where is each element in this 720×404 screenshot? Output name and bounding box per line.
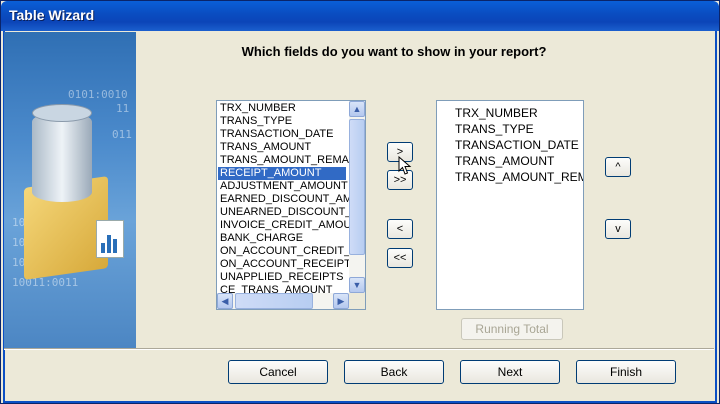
finish-button[interactable]: Finish bbox=[576, 360, 676, 384]
list-item[interactable]: TRANS_AMOUNT bbox=[218, 141, 352, 154]
list-item[interactable]: TRANSACTION_DATE bbox=[455, 137, 583, 153]
list-item[interactable]: ON_ACCOUNT_CREDIT_ bbox=[218, 245, 352, 258]
scroll-thumb[interactable] bbox=[349, 119, 365, 255]
list-item[interactable]: TRANS_AMOUNT bbox=[455, 153, 583, 169]
list-item[interactable]: ON_ACCOUNT_RECEIPT bbox=[218, 258, 352, 271]
scroll-down-icon[interactable]: ▼ bbox=[349, 277, 365, 293]
move-up-button[interactable]: ^ bbox=[605, 157, 631, 177]
list-item[interactable]: TRANS_AMOUNT_REMA bbox=[218, 154, 352, 167]
footer-divider bbox=[4, 348, 714, 350]
list-item[interactable]: EARNED_DISCOUNT_AM bbox=[218, 193, 352, 206]
scroll-thumb[interactable] bbox=[235, 293, 313, 309]
scroll-up-icon[interactable]: ▲ bbox=[349, 101, 365, 117]
list-item[interactable]: ADJUSTMENT_AMOUNT bbox=[218, 180, 352, 193]
list-item[interactable]: BANK_CHARGE bbox=[218, 232, 352, 245]
list-item[interactable]: TRANS_TYPE bbox=[455, 121, 583, 137]
database-icon bbox=[32, 104, 92, 202]
list-item[interactable]: UNEARNED_DISCOUNT_ bbox=[218, 206, 352, 219]
list-item-selected[interactable]: RECEIPT_AMOUNT bbox=[218, 167, 346, 180]
available-fields-list[interactable]: TRX_NUMBER TRANS_TYPE TRANSACTION_DATE T… bbox=[216, 100, 366, 310]
move-down-button[interactable]: v bbox=[605, 219, 631, 239]
list-item[interactable]: UNAPPLIED_RECEIPTS bbox=[218, 271, 352, 284]
horizontal-scrollbar[interactable]: ◀ ▶ bbox=[217, 293, 349, 309]
remove-field-button[interactable]: < bbox=[387, 219, 413, 239]
back-button[interactable]: Back bbox=[344, 360, 444, 384]
page-heading: Which fields do you want to show in your… bbox=[241, 44, 547, 59]
scroll-left-icon[interactable]: ◀ bbox=[217, 293, 233, 309]
binary-digits: 0101:0010 bbox=[68, 88, 128, 101]
list-item[interactable]: TRANS_TYPE bbox=[218, 115, 352, 128]
title-bar[interactable]: Table Wizard bbox=[1, 1, 719, 31]
next-button[interactable]: Next bbox=[460, 360, 560, 384]
selected-fields-list[interactable]: TRX_NUMBER TRANS_TYPE TRANSACTION_DATE T… bbox=[436, 100, 584, 310]
list-item[interactable]: TRANS_AMOUNT_REMA bbox=[455, 169, 583, 185]
list-item[interactable]: TRX_NUMBER bbox=[455, 105, 583, 121]
list-item[interactable]: TRX_NUMBER bbox=[218, 102, 352, 115]
binary-digits: 011 bbox=[112, 128, 132, 141]
report-document-icon bbox=[96, 220, 124, 258]
cancel-button[interactable]: Cancel bbox=[228, 360, 328, 384]
vertical-scrollbar[interactable]: ▲ ▼ bbox=[349, 101, 365, 293]
list-item[interactable]: INVOICE_CREDIT_AMOU bbox=[218, 219, 352, 232]
wizard-illustration: 0101:0010 11 011 10101:0010 101011101 10… bbox=[4, 32, 136, 348]
binary-digits: 11 bbox=[116, 102, 130, 115]
window-title: Table Wizard bbox=[9, 7, 95, 23]
scrollbar-corner bbox=[349, 293, 365, 309]
running-total-button[interactable]: Running Total bbox=[461, 318, 563, 340]
list-item[interactable]: TRANSACTION_DATE bbox=[218, 128, 352, 141]
mouse-cursor-icon bbox=[398, 156, 412, 175]
binary-digits: 10011:0011 bbox=[12, 276, 79, 289]
scroll-right-icon[interactable]: ▶ bbox=[333, 293, 349, 309]
remove-all-fields-button[interactable]: << bbox=[387, 248, 413, 268]
